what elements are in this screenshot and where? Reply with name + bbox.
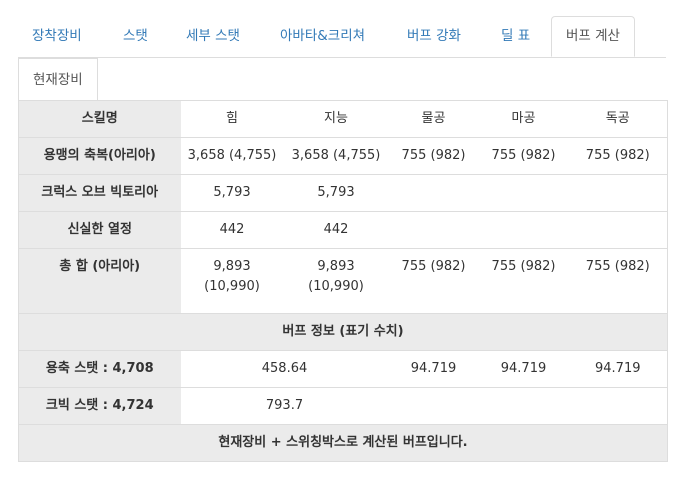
- cell-mag-atk: 755 (982): [478, 137, 569, 175]
- info-label: 크빅 스탯 : 4,724: [18, 387, 181, 425]
- info-label-value: 4,724: [112, 398, 154, 413]
- cell-str: 3,658 (4,755): [180, 137, 284, 175]
- tab-avatar-creature[interactable]: 아바타&크리쳐: [280, 16, 365, 56]
- tab-stats[interactable]: 스탯: [123, 16, 148, 56]
- tab-equipment[interactable]: 장착장비: [32, 16, 82, 56]
- table-row: 용맹의 축복(아리아) 3,658 (4,755) 3,658 (4,755) …: [18, 137, 668, 175]
- table-row: 신실한 열정 442 442: [18, 211, 668, 249]
- cell-mag-atk: [478, 211, 569, 249]
- info-label: 용축 스탯 : 4,708: [18, 350, 181, 388]
- total-mag-atk: 755 (982): [478, 248, 569, 314]
- tab-bar: 장착장비 스탯 세부 스탯 아바타&크리쳐 버프 강화 딜 표 버프 계산: [18, 16, 666, 58]
- cell-phys-atk: 755 (982): [388, 137, 479, 175]
- info-ind-atk: 94.719: [568, 350, 668, 388]
- skill-name: 신실한 열정: [18, 211, 181, 249]
- cell-ind-atk: [568, 211, 668, 249]
- subtab-current-equipment[interactable]: 현재장비: [18, 58, 98, 100]
- info-phys-atk: [388, 387, 479, 425]
- skill-name: 용맹의 축복(아리아): [18, 137, 181, 175]
- info-label-prefix: 크빅 스탯 :: [45, 398, 113, 413]
- footer-row: 현재장비 + 스위칭박스로 계산된 버프입니다.: [18, 424, 668, 462]
- cell-phys-atk: [388, 211, 479, 249]
- total-row: 총 합 (아리아) 9,893 (10,990) 9,893 (10,990) …: [18, 248, 668, 314]
- info-phys-atk: 94.719: [388, 350, 479, 388]
- info-mag-atk: [478, 387, 569, 425]
- table-row: 크럭스 오브 빅토리아 5,793 5,793: [18, 174, 668, 212]
- cell-str: 5,793: [180, 174, 284, 212]
- total-str: 9,893 (10,990): [180, 248, 284, 314]
- tab-buff-enhance[interactable]: 버프 강화: [407, 16, 461, 56]
- info-stat: 458.64: [180, 350, 389, 388]
- table-header-row: 스킬명 힘 지능 물공 마공 독공: [18, 100, 668, 138]
- footer-note: 현재장비 + 스위칭박스로 계산된 버프입니다.: [18, 424, 668, 462]
- header-skill-name: 스킬명: [18, 100, 181, 138]
- cell-str: 442: [180, 211, 284, 249]
- info-stat: 793.7: [180, 387, 389, 425]
- header-phys-atk: 물공: [388, 100, 479, 138]
- info-row: 용축 스탯 : 4,708 458.64 94.719 94.719 94.71…: [18, 350, 668, 388]
- info-ind-atk: [568, 387, 668, 425]
- cell-int: 5,793: [283, 174, 389, 212]
- info-row: 크빅 스탯 : 4,724 793.7: [18, 387, 668, 425]
- header-mag-atk: 마공: [478, 100, 569, 138]
- total-int: 9,893 (10,990): [283, 248, 389, 314]
- tab-buff-calc[interactable]: 버프 계산: [551, 16, 635, 57]
- header-ind-atk: 독공: [568, 100, 668, 138]
- info-label-prefix: 용축 스탯 :: [45, 361, 113, 376]
- info-label-value: 4,708: [112, 361, 154, 376]
- total-phys-atk: 755 (982): [388, 248, 479, 314]
- total-label: 총 합 (아리아): [18, 248, 181, 314]
- cell-int: 3,658 (4,755): [283, 137, 389, 175]
- tab-damage-table[interactable]: 딜 표: [501, 16, 530, 56]
- buff-info-header: 버프 정보 (표기 수치): [18, 313, 668, 351]
- tab-detail-stats[interactable]: 세부 스탯: [186, 16, 240, 56]
- total-ind-atk: 755 (982): [568, 248, 668, 314]
- cell-ind-atk: 755 (982): [568, 137, 668, 175]
- buff-table: 스킬명 힘 지능 물공 마공 독공 용맹의 축복(아리아) 3,658 (4,7…: [18, 100, 668, 462]
- cell-phys-atk: [388, 174, 479, 212]
- header-str: 힘: [180, 100, 284, 138]
- cell-mag-atk: [478, 174, 569, 212]
- header-int: 지능: [283, 100, 389, 138]
- info-mag-atk: 94.719: [478, 350, 569, 388]
- info-header-row: 버프 정보 (표기 수치): [18, 313, 668, 351]
- cell-int: 442: [283, 211, 389, 249]
- skill-name: 크럭스 오브 빅토리아: [18, 174, 181, 212]
- cell-ind-atk: [568, 174, 668, 212]
